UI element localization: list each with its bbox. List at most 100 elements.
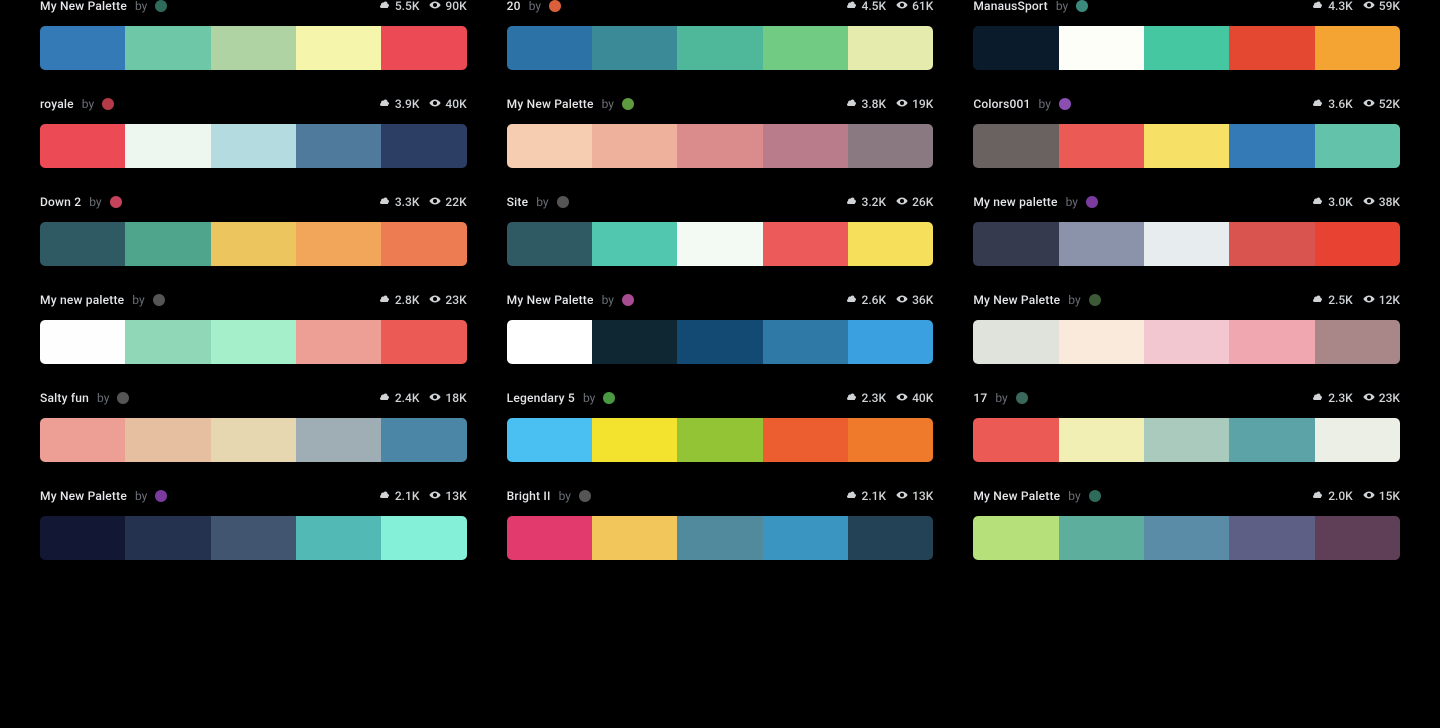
color-swatch[interactable] [507,516,592,560]
palette-card[interactable]: ManausSportby4.3K59K [973,0,1400,70]
color-swatch[interactable] [763,222,848,266]
palette-card[interactable]: My New Paletteby5.5K90K [40,0,467,70]
palette-card[interactable]: Bright IIby2.1K13K [507,490,934,560]
author-avatar[interactable] [153,294,165,306]
color-swatch[interactable] [1315,516,1400,560]
palette-title[interactable]: Site [507,195,529,209]
palette-swatches[interactable] [973,418,1400,462]
color-swatch[interactable] [1059,320,1144,364]
author-avatar[interactable] [1016,392,1028,404]
color-swatch[interactable] [507,124,592,168]
color-swatch[interactable] [592,418,677,462]
color-swatch[interactable] [763,320,848,364]
color-swatch[interactable] [211,516,296,560]
color-swatch[interactable] [507,320,592,364]
palette-title[interactable]: Colors001 [973,97,1030,111]
color-swatch[interactable] [973,124,1058,168]
palette-card[interactable]: Siteby3.2K26K [507,196,934,266]
author-avatar[interactable] [549,0,561,12]
color-swatch[interactable] [381,418,466,462]
palette-swatches[interactable] [507,222,934,266]
color-swatch[interactable] [1315,320,1400,364]
color-swatch[interactable] [296,516,381,560]
color-swatch[interactable] [1059,418,1144,462]
palette-title[interactable]: 17 [973,391,987,405]
palette-card[interactable]: My new paletteby2.8K23K [40,294,467,364]
palette-card[interactable]: My New Paletteby2.0K15K [973,490,1400,560]
color-swatch[interactable] [1144,124,1229,168]
color-swatch[interactable] [763,516,848,560]
color-swatch[interactable] [677,124,762,168]
color-swatch[interactable] [296,222,381,266]
color-swatch[interactable] [848,124,933,168]
color-swatch[interactable] [125,516,210,560]
color-swatch[interactable] [848,222,933,266]
color-swatch[interactable] [125,124,210,168]
color-swatch[interactable] [381,222,466,266]
color-swatch[interactable] [211,418,296,462]
color-swatch[interactable] [1144,26,1229,70]
color-swatch[interactable] [592,516,677,560]
color-swatch[interactable] [125,418,210,462]
palette-card[interactable]: royaleby3.9K40K [40,98,467,168]
color-swatch[interactable] [1315,418,1400,462]
palette-swatches[interactable] [973,26,1400,70]
color-swatch[interactable] [1144,516,1229,560]
color-swatch[interactable] [507,222,592,266]
color-swatch[interactable] [1315,124,1400,168]
palette-card[interactable]: Down 2by3.3K22K [40,196,467,266]
palette-title[interactable]: 20 [507,0,521,13]
color-swatch[interactable] [973,320,1058,364]
author-avatar[interactable] [579,490,591,502]
palette-card[interactable]: My New Paletteby2.5K12K [973,294,1400,364]
author-avatar[interactable] [1076,0,1088,12]
palette-title[interactable]: My New Palette [507,97,594,111]
color-swatch[interactable] [1059,124,1144,168]
palette-title[interactable]: My New Palette [973,293,1060,307]
color-swatch[interactable] [211,320,296,364]
color-swatch[interactable] [677,516,762,560]
color-swatch[interactable] [381,516,466,560]
color-swatch[interactable] [1229,320,1314,364]
color-swatch[interactable] [677,418,762,462]
palette-swatches[interactable] [973,124,1400,168]
palette-title[interactable]: My New Palette [40,489,127,503]
palette-swatches[interactable] [40,124,467,168]
author-avatar[interactable] [117,392,129,404]
palette-title[interactable]: My new palette [973,195,1057,209]
color-swatch[interactable] [40,222,125,266]
palette-card[interactable]: Salty funby2.4K18K [40,392,467,462]
palette-swatches[interactable] [973,222,1400,266]
palette-title[interactable]: Legendary 5 [507,391,575,405]
color-swatch[interactable] [848,26,933,70]
author-avatar[interactable] [155,0,167,12]
color-swatch[interactable] [381,26,466,70]
palette-swatches[interactable] [40,516,467,560]
color-swatch[interactable] [848,418,933,462]
color-swatch[interactable] [296,124,381,168]
author-avatar[interactable] [110,196,122,208]
color-swatch[interactable] [1315,26,1400,70]
palette-card[interactable]: Colors001by3.6K52K [973,98,1400,168]
palette-card[interactable]: 17by2.3K23K [973,392,1400,462]
author-avatar[interactable] [155,490,167,502]
color-swatch[interactable] [211,222,296,266]
palette-swatches[interactable] [40,418,467,462]
color-swatch[interactable] [592,320,677,364]
color-swatch[interactable] [296,26,381,70]
palette-swatches[interactable] [40,320,467,364]
author-avatar[interactable] [603,392,615,404]
color-swatch[interactable] [1144,320,1229,364]
palette-swatches[interactable] [40,26,467,70]
palette-swatches[interactable] [507,124,934,168]
color-swatch[interactable] [677,26,762,70]
color-swatch[interactable] [1144,222,1229,266]
color-swatch[interactable] [507,26,592,70]
palette-card[interactable]: My New Paletteby2.1K13K [40,490,467,560]
palette-swatches[interactable] [973,320,1400,364]
palette-card[interactable]: My New Paletteby3.8K19K [507,98,934,168]
palette-title[interactable]: Down 2 [40,195,81,209]
palette-title[interactable]: royale [40,97,74,111]
palette-swatches[interactable] [507,26,934,70]
color-swatch[interactable] [40,320,125,364]
